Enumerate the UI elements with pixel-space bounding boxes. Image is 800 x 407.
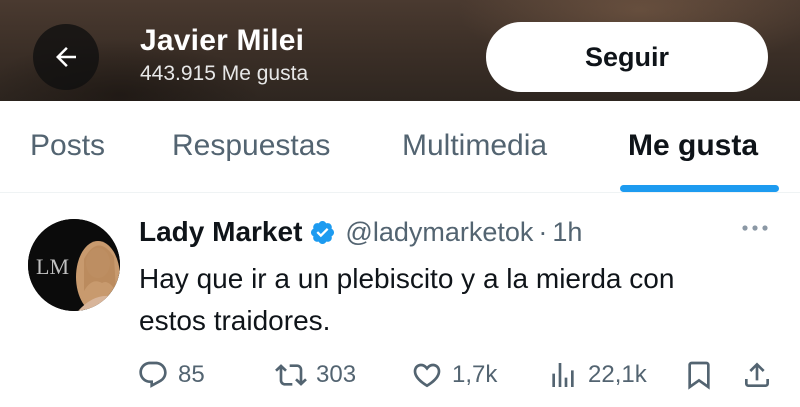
- tab-media[interactable]: Multimedia: [402, 129, 547, 163]
- tab-likes[interactable]: Me gusta: [628, 129, 758, 163]
- reply-icon: [136, 358, 170, 392]
- bookmark-icon: [682, 358, 716, 392]
- follow-button[interactable]: Seguir: [486, 22, 768, 92]
- repost-count: 303: [316, 361, 357, 388]
- profile-tabs: Posts Respuestas Multimedia Me gusta: [0, 101, 800, 193]
- share-button[interactable]: [740, 358, 774, 392]
- repost-icon: [274, 358, 308, 392]
- repost-button[interactable]: 303: [274, 358, 356, 392]
- profile-header: Javier Milei 443.915 Me gusta Seguir: [0, 0, 800, 101]
- arrow-left-icon: [56, 47, 76, 67]
- reply-button[interactable]: 85: [136, 358, 205, 392]
- heart-icon: [410, 358, 444, 392]
- views-count: 22,1k: [588, 361, 647, 388]
- likes-count: 443.915 Me gusta: [140, 62, 309, 85]
- profile-name: Javier Milei: [140, 24, 305, 57]
- like-button[interactable]: 1,7k: [410, 358, 497, 392]
- back-button[interactable]: [33, 24, 99, 90]
- avatar[interactable]: LM: [28, 219, 120, 311]
- avatar-monogram: LM: [36, 254, 69, 279]
- separator-dot: ·: [538, 216, 548, 247]
- views-button[interactable]: 22,1k: [546, 358, 647, 392]
- more-options-button[interactable]: [738, 218, 772, 238]
- bookmark-button[interactable]: [682, 358, 716, 392]
- active-tab-indicator: [620, 185, 779, 192]
- analytics-icon: [546, 358, 580, 392]
- share-icon: [740, 358, 774, 392]
- like-count: 1,7k: [452, 361, 498, 388]
- author-name[interactable]: Lady Market: [139, 216, 302, 248]
- more-dots-icon: [742, 225, 768, 231]
- tab-posts[interactable]: Posts: [30, 129, 105, 163]
- post-actions: 85 303 1,7k 22,1k: [0, 358, 800, 394]
- reply-count: 85: [178, 361, 205, 388]
- post-time[interactable]: 1h: [552, 217, 582, 248]
- post[interactable]: LM Lady Market @ladymarketok · 1h Hay qu…: [0, 194, 800, 407]
- avatar-image: LM: [28, 219, 120, 311]
- post-text: Hay que ir a un plebiscito y a la mierda…: [139, 263, 675, 336]
- author-handle[interactable]: @ladymarketok: [345, 217, 533, 248]
- tab-replies[interactable]: Respuestas: [172, 129, 330, 163]
- post-header: Lady Market @ladymarketok · 1h: [139, 216, 582, 248]
- verified-badge-icon: [309, 219, 336, 246]
